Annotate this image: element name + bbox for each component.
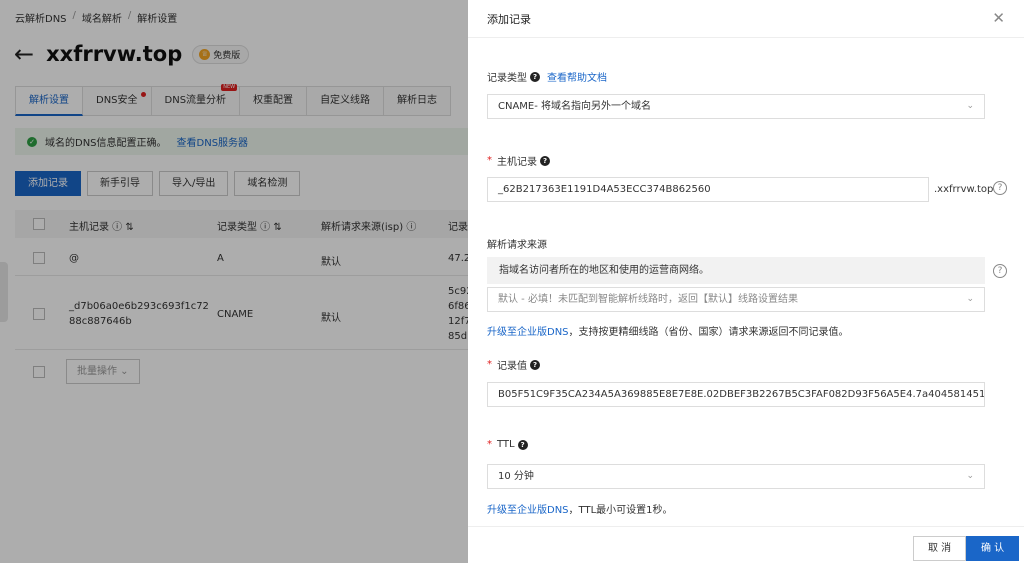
upgrade-enterprise-link[interactable]: 升级至企业版DNS (487, 505, 569, 516)
drawer-header: 添加记录 ✕ (468, 0, 1024, 38)
ttl-upgrade-hint: 升级至企业版DNS，TTL最小可设置1秒。 (487, 501, 673, 516)
record-value-label: * 记录值 ? (487, 357, 540, 372)
domain-suffix: .xxfrrvw.top (934, 184, 994, 195)
source-select[interactable]: 默认 - 必填！未匹配到智能解析线路时，返回【默认】线路设置结果 ⌄ (487, 287, 985, 312)
record-type-select[interactable]: CNAME- 将域名指向另外一个域名 ⌄ (487, 94, 985, 119)
help-icon[interactable]: ? (530, 71, 540, 82)
drawer-title: 添加记录 (487, 12, 531, 26)
upgrade-enterprise-link[interactable]: 升级至企业版DNS (487, 327, 569, 338)
ttl-select[interactable]: 10 分钟 ⌄ (487, 464, 985, 489)
required-mark: * (487, 439, 492, 450)
chevron-down-icon: ⌄ (966, 294, 974, 304)
record-type-label-text: 记录类型 (487, 73, 527, 84)
drawer-footer: 取 消 确 认 (468, 526, 1024, 563)
ttl-label-text: TTL (497, 439, 515, 450)
record-type-value: CNAME- 将域名指向另外一个域名 (498, 101, 652, 112)
chevron-down-icon: ⌄ (966, 471, 974, 481)
host-record-label-text: 主机记录 (497, 157, 537, 168)
chevron-down-icon: ⌄ (966, 101, 974, 111)
record-type-label: 记录类型 ? 查看帮助文档 (487, 69, 607, 84)
source-label-text: 解析请求来源 (487, 240, 547, 251)
record-value-input[interactable]: B05F51C9F35CA234A5A369885E8E7E8E.02DBEF3… (487, 382, 985, 407)
close-icon[interactable]: ✕ (992, 11, 1005, 26)
source-upgrade-hint: 升级至企业版DNS，支持按更精细线路（省份、国家）请求来源返回不同记录值。 (487, 323, 849, 338)
help-icon[interactable]: ? (530, 359, 540, 370)
help-docs-link[interactable]: 查看帮助文档 (547, 69, 607, 84)
help-icon[interactable]: ? (540, 155, 550, 166)
source-select-value: 默认 - 必填！未匹配到智能解析线路时，返回【默认】线路设置结果 (498, 294, 798, 305)
help-icon[interactable]: ? (517, 439, 528, 450)
source-label: 解析请求来源 (487, 236, 547, 251)
ttl-value: 10 分钟 (498, 471, 534, 482)
source-info-box: 指域名访问者所在的地区和使用的运营商网络。 (487, 257, 985, 284)
question-circle-icon[interactable]: ? (993, 181, 1007, 195)
host-record-input[interactable]: _62B217363E1191D4A53ECC374B862560 (487, 177, 929, 202)
upgrade-hint-text: ，支持按更精细线路（省份、国家）请求来源返回不同记录值。 (568, 327, 849, 338)
add-record-drawer: 添加记录 ✕ 记录类型 ? 查看帮助文档 CNAME- 将域名指向另外一个域名 … (468, 0, 1024, 563)
ttl-label: * TTL ? (487, 439, 528, 450)
confirm-button[interactable]: 确 认 (966, 536, 1020, 561)
question-circle-icon[interactable]: ? (993, 264, 1007, 278)
record-value-label-text: 记录值 (497, 361, 527, 372)
required-mark: * (487, 155, 492, 166)
ttl-hint-text: ，TTL最小可设置1秒。 (568, 505, 673, 516)
host-record-label: * 主机记录 ? (487, 153, 550, 168)
cancel-button[interactable]: 取 消 (913, 536, 967, 561)
required-mark: * (487, 359, 492, 370)
